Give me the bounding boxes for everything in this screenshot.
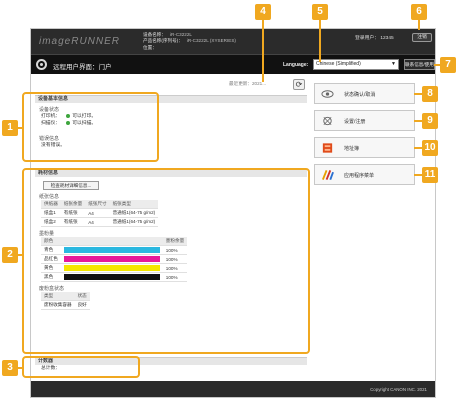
callout-line-11 [414, 174, 422, 176]
address-book-button[interactable]: 地址簿 [314, 137, 415, 158]
settings-gear-icon [323, 116, 332, 126]
callout-line-5 [319, 20, 321, 62]
portal-home-icon[interactable] [36, 59, 47, 70]
callout-number: 7 [440, 57, 456, 73]
callout-line-6 [418, 20, 420, 30]
contact-manual-button[interactable]: 联系信息/使用说明书 [404, 59, 435, 70]
status-monitor-label: 状态确认/取消 [344, 92, 376, 98]
device-name-label: 设备名称： [143, 32, 166, 37]
page-title: 远程用户界面：门户 [53, 64, 112, 71]
callout-number: 5 [312, 4, 328, 20]
language-value: Chinese (Simplified) [316, 61, 361, 67]
location-label: 位置： [143, 44, 157, 50]
callout-number: 11 [422, 167, 438, 183]
address-book-label: 地址簿 [344, 146, 360, 152]
callout-number: 9 [422, 113, 438, 129]
login-user: 登录用户： 12345 [355, 36, 394, 41]
callout-line-9 [414, 120, 422, 122]
callout-number: 2 [2, 247, 18, 263]
application-menu-label: 应用程序菜单 [344, 173, 375, 179]
copyright: Copyright CANON INC. 2021 [370, 387, 427, 392]
device-info: 设备名称： iR-C3222L 产品名称(序列号)： iR-C3222L (XYSE… [143, 32, 236, 51]
callout-number: 3 [2, 360, 18, 376]
logout-button[interactable]: 注销 [412, 33, 432, 42]
refresh-icon[interactable]: ⟳ [293, 79, 305, 90]
callout-number: 1 [2, 120, 18, 136]
brand-logo: imageRUNNER [39, 36, 121, 47]
title-bar: 远程用户界面：门户 Language: Chinese (Simplified)… [31, 54, 435, 74]
product-name-value: iR-C3222L (XYSERIES) [186, 38, 236, 44]
eye-icon [321, 90, 334, 98]
product-name-label: 产品名称(序列号)： [143, 38, 183, 44]
settings-registration-label: 设置/注册 [344, 119, 366, 125]
last-updated: 最近更新：2021... [229, 81, 267, 86]
callout-line-10 [414, 147, 422, 149]
settings-registration-button[interactable]: 设置/注册 [314, 110, 415, 131]
callout-number: 4 [255, 4, 271, 20]
callout-number: 6 [411, 4, 427, 20]
application-menu-button[interactable]: 应用程序菜单 [314, 164, 415, 185]
callout-line-8 [414, 93, 422, 95]
top-header: imageRUNNER 设备名称： iR-C3222L 产品名称(序列号)： iR-… [31, 29, 435, 54]
language-label: Language: [283, 62, 309, 68]
language-select[interactable]: Chinese (Simplified) ▼ [313, 59, 399, 70]
callout-number: 10 [422, 140, 438, 156]
status-monitor-button[interactable]: 状态确认/取消 [314, 83, 415, 104]
callout-line-4 [262, 20, 264, 82]
callout-box-3 [22, 356, 140, 378]
application-menu-icon [321, 170, 334, 180]
callout-box-2 [22, 168, 310, 354]
address-book-icon [322, 143, 333, 153]
callout-box-1 [22, 92, 159, 162]
chevron-down-icon: ▼ [391, 61, 396, 67]
footer: Copyright CANON INC. 2021 [31, 381, 435, 397]
callout-number: 8 [422, 86, 438, 102]
